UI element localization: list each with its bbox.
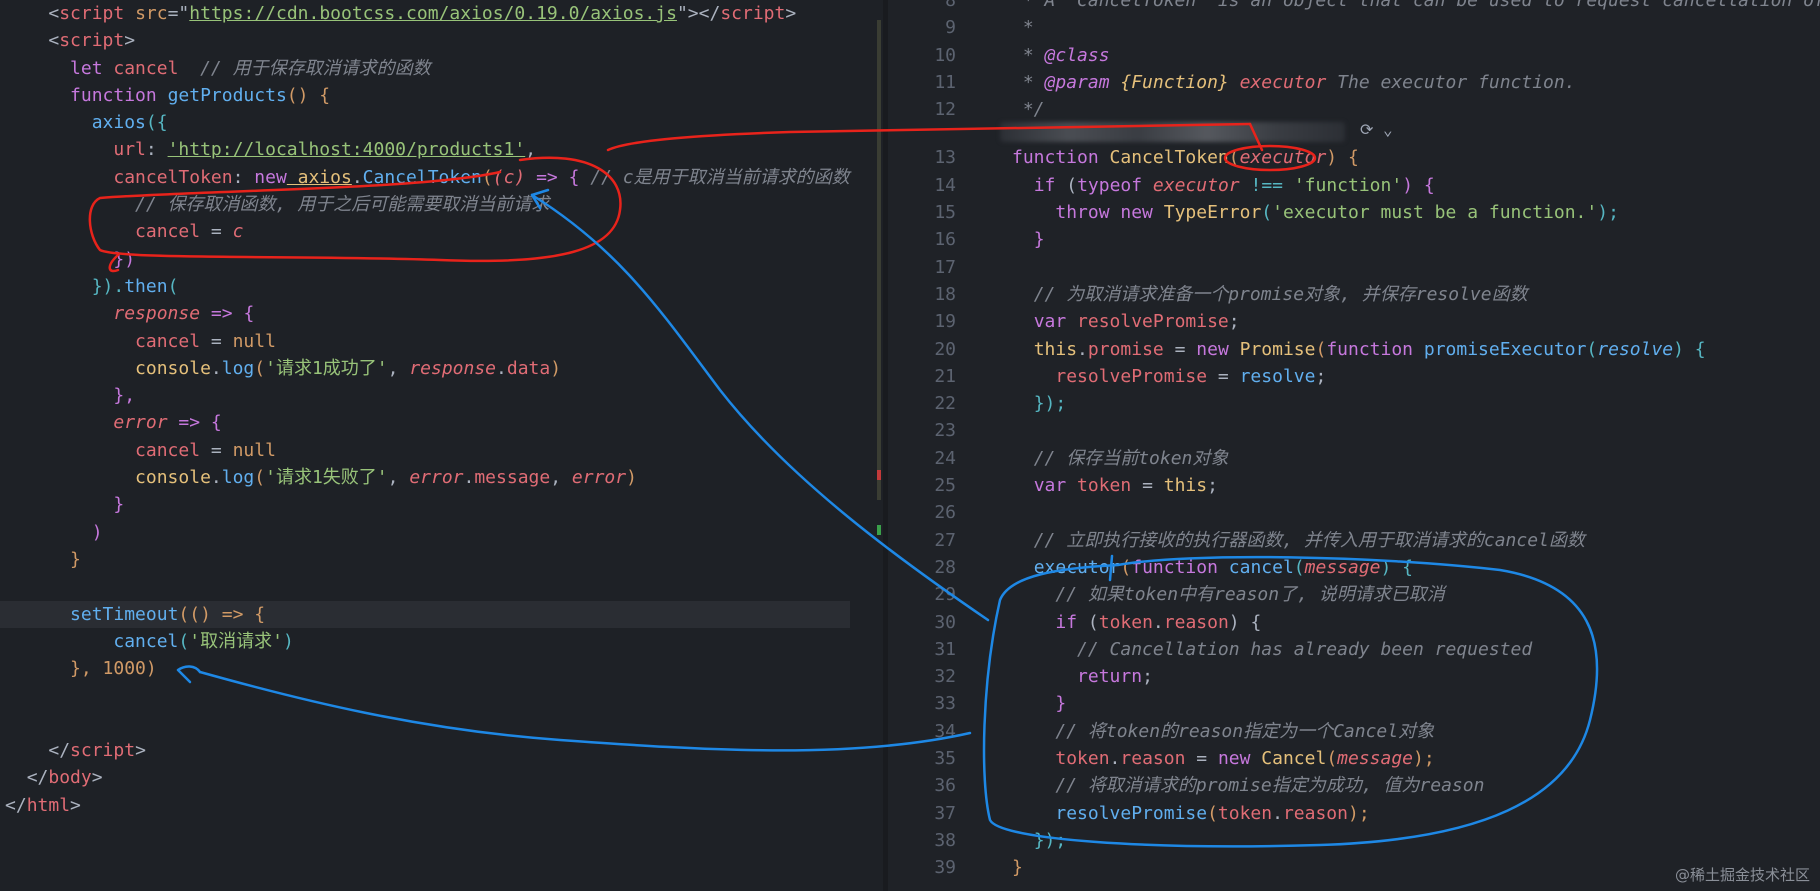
code-line: 23 <box>934 420 956 442</box>
code-line: 34 // 将token的reason指定为一个Cancel对象 <box>934 720 1435 742</box>
left-editor-pane[interactable]: <script src="https://cdn.bootcss.com/axi… <box>0 0 883 891</box>
sync-icon[interactable]: ⟳ <box>1360 120 1373 139</box>
code-line: 24 // 保存当前token对象 <box>934 447 1229 469</box>
code-line: 33 } <box>934 693 1067 715</box>
code-line: }).then( <box>91 275 179 297</box>
code-line: 27 // 立即执行接收的执行器函数, 并传入用于取消请求的cancel函数 <box>934 529 1585 551</box>
code-line: console.log('请求1成功了', response.data) <box>135 357 562 379</box>
code-line: 26 <box>934 502 956 524</box>
code-line: <script> <box>48 30 136 52</box>
code-line: 9 * <box>945 17 1034 39</box>
sticky-scroll-toolbar[interactable]: ⟳ ⌄ <box>1360 120 1393 139</box>
code-line: <script src="https://cdn.bootcss.com/axi… <box>48 3 797 24</box>
code-line: response => { <box>113 303 255 325</box>
code-line: 18 // 为取消请求准备一个promise对象, 并保存resolve函数 <box>934 283 1528 305</box>
code-line: // 保存取消函数, 用于之后可能需要取消当前请求 <box>135 194 550 216</box>
code-line: ) <box>91 521 103 543</box>
code-line: 36 // 将取消请求的promise指定为成功, 值为reason <box>934 775 1485 797</box>
code-line: 21 resolvePromise = resolve; <box>934 365 1327 387</box>
code-line: axios({ <box>91 112 168 134</box>
code-line: cancel('取消请求') <box>113 630 294 652</box>
code-line: cancel = null <box>135 330 276 352</box>
code-line: 11 * @param {Function} executor The exec… <box>934 71 1576 93</box>
code-line: 13 function CancelToken(executor) { <box>934 147 1359 169</box>
code-line: 10 * @class <box>934 44 1110 66</box>
code-line: 28 executor(function cancel(message) { <box>934 556 1414 578</box>
left-scrollbar[interactable] <box>877 20 881 500</box>
code-line: }, 1000) <box>70 658 157 680</box>
watermark: @稀土掘金技术社区 <box>1674 866 1810 884</box>
code-line: }, <box>113 385 136 407</box>
scrollbar-change-marker <box>877 525 881 535</box>
code-line: 25 var token = this; <box>934 475 1218 497</box>
code-line: 12 */ <box>934 99 1045 121</box>
code-line: url: 'http://localhost:4000/products1', <box>113 139 537 161</box>
code-line: 19 var resolvePromise; <box>934 311 1240 333</box>
scrollbar-error-marker <box>877 470 881 480</box>
code-line: }) <box>113 248 136 270</box>
code-line: } <box>70 548 81 570</box>
code-line: 35 token.reason = new Cancel(message); <box>934 748 1435 770</box>
code-line: 30 if (token.reason) { <box>934 611 1262 633</box>
code-line: </body> <box>26 767 103 789</box>
code-line: 32 return; <box>934 666 1153 688</box>
code-line: error => { <box>113 412 222 434</box>
code-line: </html> <box>5 794 81 816</box>
code-line: 14 if (typeof executor !== 'function') { <box>934 174 1435 196</box>
code-line: 15 throw new TypeError('executor must be… <box>934 202 1619 224</box>
blurred-breadcrumb <box>1000 122 1345 142</box>
code-line: function getProducts() { <box>70 84 331 106</box>
code-line: 8 * A `CancelToken` is an object that ca… <box>945 0 1820 11</box>
code-line: 17 <box>934 256 956 278</box>
code-line: </script> <box>48 740 146 762</box>
code-line: 37 resolvePromise(token.reason); <box>934 802 1370 824</box>
code-line: console.log('请求1失败了', error.message, err… <box>135 467 637 489</box>
chevron-down-icon[interactable]: ⌄ <box>1383 120 1393 139</box>
code-line: 31 // Cancellation has already been requ… <box>934 638 1533 660</box>
code-line: 16 } <box>934 229 1045 251</box>
code-line: 22 }); <box>934 393 1067 415</box>
code-line: cancel = c <box>135 221 244 243</box>
code-line-current: setTimeout(() => { <box>0 600 850 628</box>
code-line: cancelToken: new axios.CancelToken((c) =… <box>113 166 850 188</box>
code-line: let cancel // 用于保存取消请求的函数 <box>70 57 431 79</box>
code-line: cancel = null <box>135 439 276 461</box>
left-code-lines: <script src="https://cdn.bootcss.com/axi… <box>0 0 850 819</box>
code-line: 38 }); <box>934 829 1067 851</box>
code-line: } <box>113 494 125 516</box>
code-line: 29 // 如果token中有reason了, 说明请求已取消 <box>934 584 1445 606</box>
code-line: 20 this.promise = new Promise(function p… <box>934 338 1706 360</box>
